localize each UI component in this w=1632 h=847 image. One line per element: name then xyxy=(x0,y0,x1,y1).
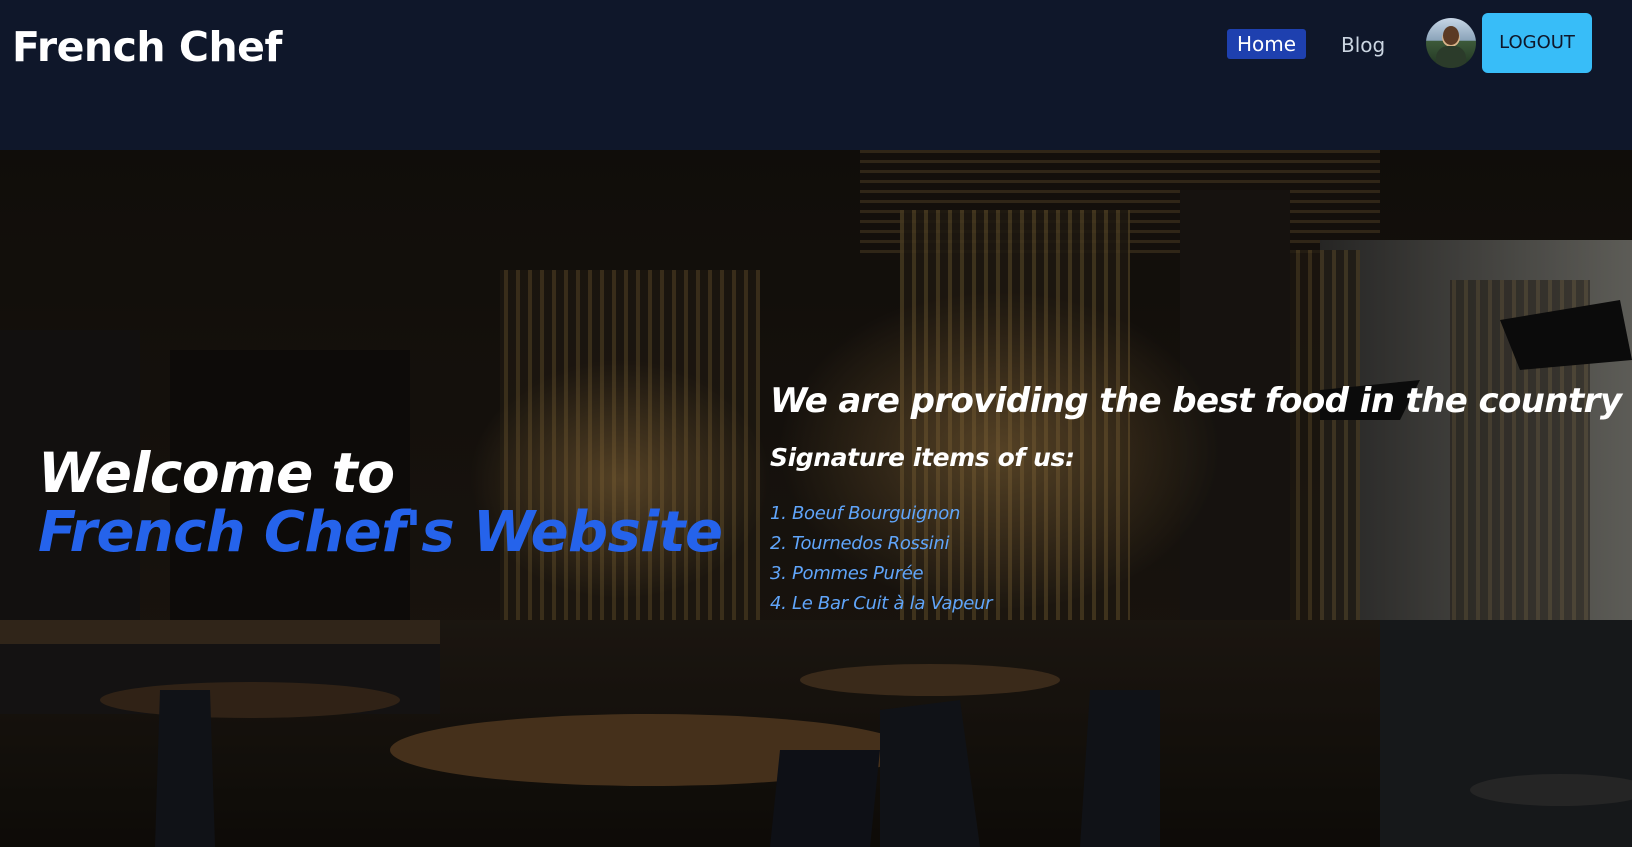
avatar-head-shape xyxy=(1443,26,1459,45)
brand-logo-text[interactable]: French Chef xyxy=(12,20,282,74)
signature-item: 4. Le Bar Cuit à la Vapeur xyxy=(770,593,993,614)
signature-items-list: 1. Boeuf Bourguignon 2. Tournedos Rossin… xyxy=(770,499,992,619)
nav-link-blog[interactable]: Blog xyxy=(1341,30,1385,60)
signature-item: 2. Tournedos Rossini xyxy=(770,533,950,554)
hero-tagline: We are providing the best food in the co… xyxy=(770,381,1622,421)
avatar-body-shape xyxy=(1436,46,1466,68)
navbar: French Chef Home Blog LOGOUT xyxy=(0,0,1632,150)
hero-section: Welcome to French Chef's Website We are … xyxy=(0,150,1632,847)
user-avatar[interactable] xyxy=(1426,18,1476,68)
hero-welcome-heading: Welcome to xyxy=(38,441,395,505)
logout-button[interactable]: LOGOUT xyxy=(1482,13,1592,73)
nav-link-home[interactable]: Home xyxy=(1227,29,1307,59)
signature-item: 1. Boeuf Bourguignon xyxy=(770,503,961,524)
hero-website-name-heading: French Chef's Website xyxy=(38,500,723,565)
signature-items-heading: Signature items of us: xyxy=(770,443,1075,472)
signature-item: 3. Pommes Purée xyxy=(770,563,924,584)
